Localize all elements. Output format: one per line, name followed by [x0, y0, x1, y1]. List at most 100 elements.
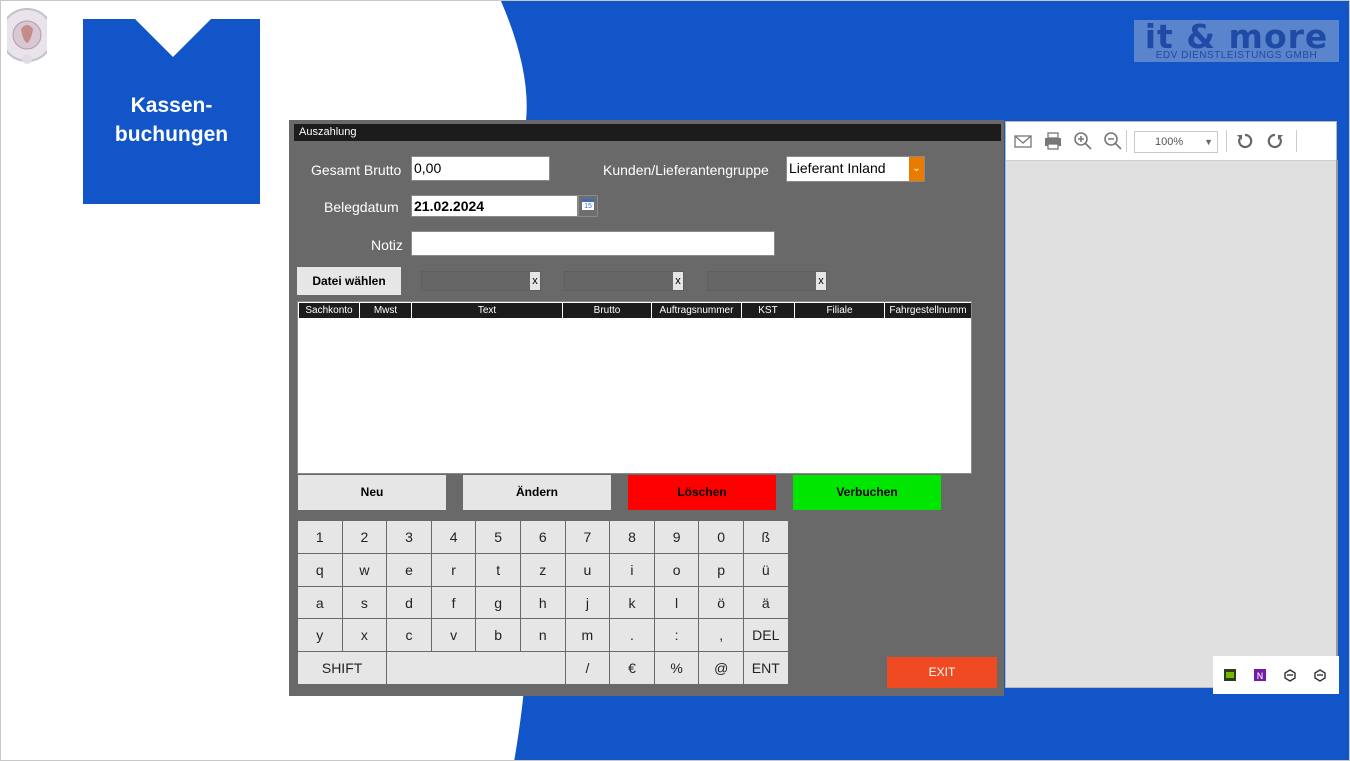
keyboard-key[interactable]: 1 [298, 521, 343, 554]
keyboard-key[interactable]: o [654, 553, 700, 587]
remove-file-button[interactable]: x [673, 272, 683, 290]
choose-file-button[interactable]: Datei wählen [297, 267, 401, 295]
keyboard-key[interactable]: , [699, 619, 744, 653]
keyboard-key[interactable]: q [298, 553, 343, 587]
keyboard-key[interactable]: n [521, 619, 566, 653]
column-header[interactable]: Fahrgestellnumm [885, 303, 971, 318]
keyboard-key[interactable]: 4 [431, 521, 477, 554]
gross-label: Gesamt Brutto [311, 162, 402, 178]
keyboard-key[interactable]: % [654, 652, 700, 685]
keyboard-key[interactable]: m [565, 619, 611, 653]
note-label: Notiz [371, 237, 403, 253]
keyboard-key[interactable]: € [610, 652, 655, 685]
calendar-icon: 15 [582, 199, 594, 210]
keyboard-key[interactable]: x [342, 619, 388, 653]
column-header[interactable]: Mwst [360, 303, 412, 318]
keyboard-key[interactable]: : [654, 619, 700, 653]
keyboard-key[interactable]: e [387, 553, 432, 587]
column-header[interactable]: Text [412, 303, 563, 318]
space-key[interactable] [387, 652, 566, 685]
keyboard-key[interactable]: a [298, 586, 343, 620]
column-header[interactable]: Sachkonto [299, 303, 360, 318]
keyboard-key[interactable]: @ [699, 652, 744, 685]
keyboard-key[interactable]: ö [699, 586, 744, 620]
keyboard-key[interactable]: c [387, 619, 432, 653]
crest-logo [7, 8, 47, 64]
keyboard-key[interactable]: l [654, 586, 700, 620]
toolbar-divider [1296, 130, 1297, 152]
keyboard-key[interactable]: j [565, 586, 611, 620]
keyboard-key[interactable]: SHIFT [298, 652, 388, 685]
keyboard-key[interactable]: k [610, 586, 655, 620]
keyboard-key[interactable]: s [342, 586, 388, 620]
keyboard-key[interactable]: 8 [610, 521, 655, 554]
keyboard-key[interactable]: z [521, 553, 566, 587]
app-icon[interactable] [1283, 668, 1297, 682]
onenote-icon[interactable]: N [1253, 668, 1267, 682]
keyboard-key[interactable]: p [699, 553, 744, 587]
keyboard-key[interactable]: g [476, 586, 521, 620]
keyboard-key[interactable]: 7 [565, 521, 611, 554]
keyboard-key[interactable]: b [476, 619, 521, 653]
nvidia-icon[interactable] [1223, 668, 1237, 682]
keyboard-key[interactable]: y [298, 619, 343, 653]
keyboard-key[interactable]: / [565, 652, 611, 685]
keyboard-key[interactable]: ü [744, 553, 789, 587]
chevron-down-icon[interactable]: ⌄ [909, 157, 924, 181]
zoom-in-icon[interactable] [1072, 130, 1094, 152]
column-header[interactable]: Auftragsnummer [652, 303, 742, 318]
column-header[interactable]: Brutto [563, 303, 652, 318]
keyboard-key[interactable]: DEL [744, 619, 789, 653]
post-button[interactable]: Verbuchen [793, 475, 941, 510]
keyboard-key[interactable]: f [431, 586, 477, 620]
brand-logo: it & more EDV DIENSTLEISTUNGS GMBH [1134, 17, 1339, 62]
group-select-value: Lieferant Inland [789, 160, 886, 176]
remove-file-button[interactable]: x [816, 272, 826, 290]
rotate-left-icon[interactable] [1234, 130, 1256, 152]
calendar-button[interactable]: 15 [578, 195, 598, 217]
rotate-right-icon[interactable] [1264, 130, 1286, 152]
group-label: Kunden/Lieferantengruppe [603, 162, 769, 178]
keyboard-key[interactable]: 0 [699, 521, 744, 554]
group-select[interactable]: Lieferant Inland ⌄ [786, 156, 925, 182]
column-header[interactable]: KST [742, 303, 795, 318]
keyboard-key[interactable]: d [387, 586, 432, 620]
keyboard-key[interactable]: ß [744, 521, 789, 554]
date-input[interactable]: 21.02.2024 [411, 195, 578, 217]
keyboard-key[interactable]: u [565, 553, 611, 587]
new-button[interactable]: Neu [298, 475, 446, 510]
booking-table[interactable]: Sachkonto Mwst Text Brutto Auftragsnumme… [297, 301, 972, 474]
mail-icon[interactable] [1012, 130, 1034, 152]
file-slot-2: x [564, 271, 684, 291]
keyboard-key[interactable]: w [342, 553, 388, 587]
keyboard-key[interactable]: v [431, 619, 477, 653]
title-panel: Kassen- buchungen [83, 19, 260, 204]
keyboard-key[interactable]: 2 [342, 521, 388, 554]
keyboard-key[interactable]: 9 [654, 521, 700, 554]
keyboard-key[interactable]: r [431, 553, 477, 587]
document-viewer: 100% ▼ [1005, 121, 1338, 688]
keyboard-key[interactable]: ENT [744, 652, 789, 685]
remove-file-button[interactable]: x [530, 272, 540, 290]
keyboard-key[interactable]: i [610, 553, 655, 587]
keyboard-key[interactable]: t [476, 553, 521, 587]
note-input[interactable] [411, 231, 775, 256]
keyboard-key[interactable]: . [610, 619, 655, 653]
app-icon[interactable] [1313, 668, 1327, 682]
gross-input[interactable]: 0,00 [411, 156, 550, 181]
column-header[interactable]: Filiale [795, 303, 885, 318]
brand-tagline: EDV DIENSTLEISTUNGS GMBH [1155, 50, 1318, 61]
exit-button[interactable]: EXIT [887, 657, 997, 688]
zoom-out-icon[interactable] [1102, 130, 1124, 152]
keyboard-key[interactable]: 6 [521, 521, 566, 554]
zoom-select[interactable]: 100% ▼ [1134, 131, 1218, 153]
viewer-scrollbar[interactable] [1336, 160, 1338, 687]
keyboard-key[interactable]: h [521, 586, 566, 620]
print-icon[interactable] [1042, 130, 1064, 152]
keyboard-key[interactable]: 3 [387, 521, 432, 554]
keyboard-key[interactable]: ä [744, 586, 789, 620]
date-label: Belegdatum [324, 199, 399, 215]
delete-button[interactable]: Löschen [628, 475, 776, 510]
edit-button[interactable]: Ändern [463, 475, 611, 510]
keyboard-key[interactable]: 5 [476, 521, 521, 554]
